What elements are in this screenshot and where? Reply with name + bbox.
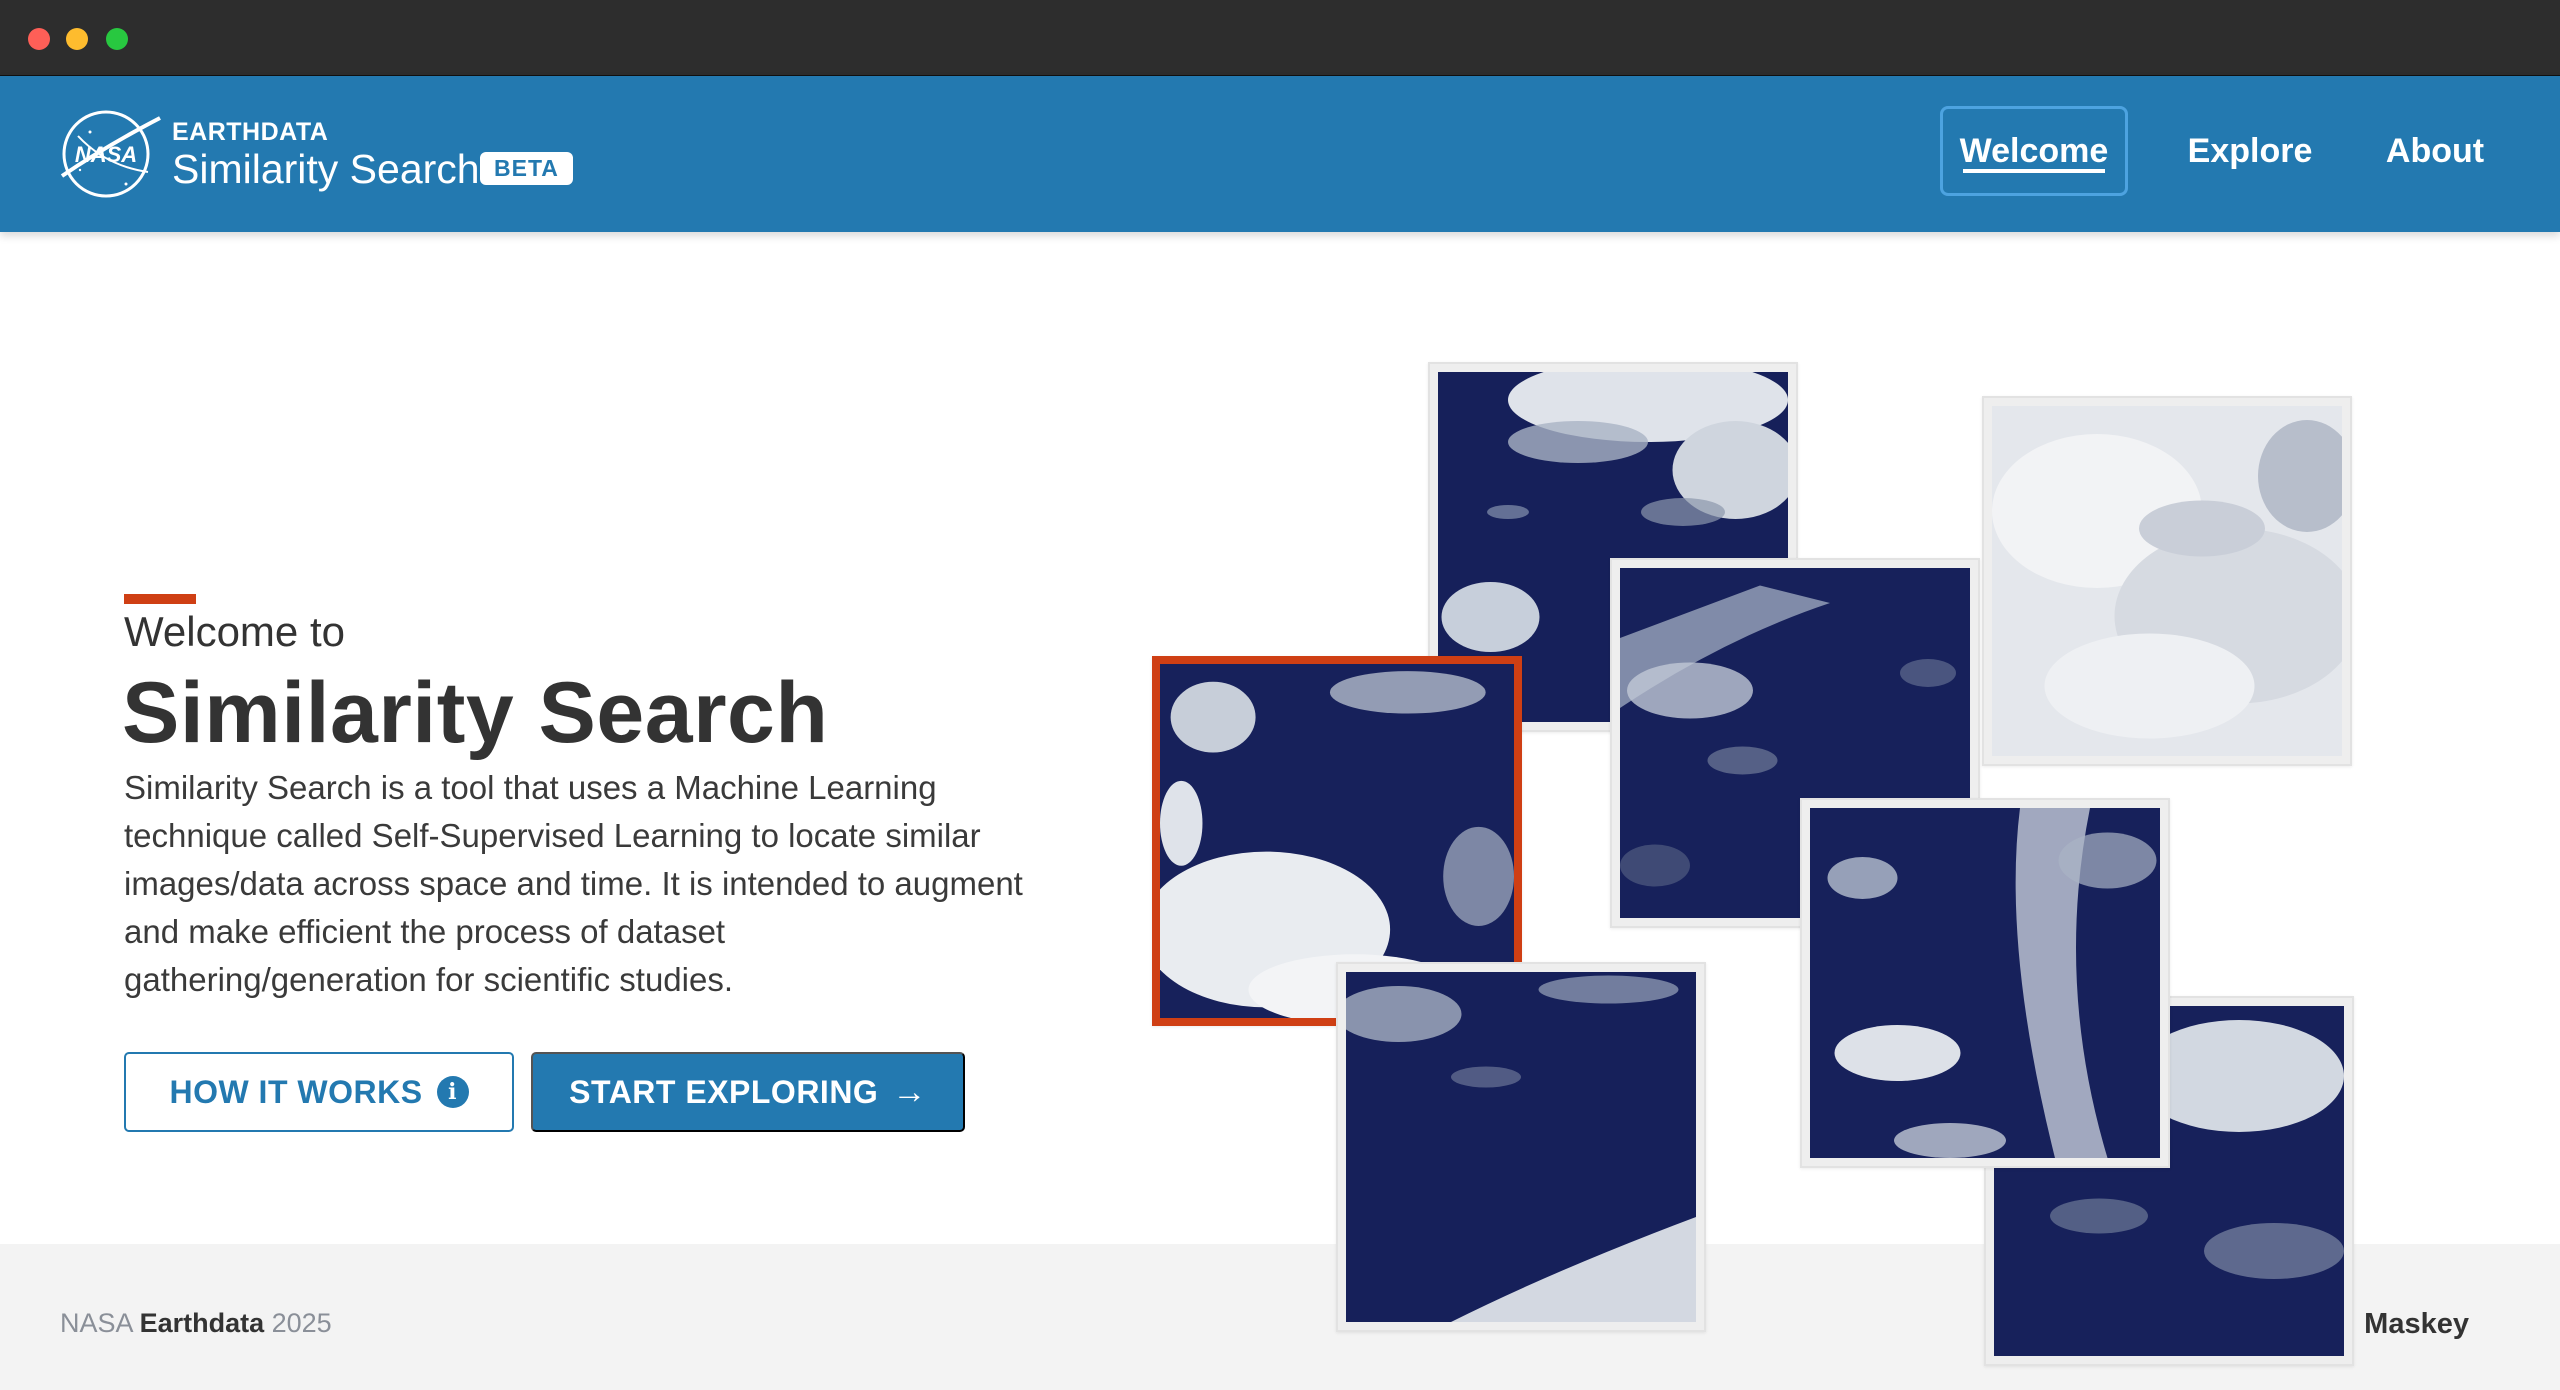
title-accent-bar <box>124 594 196 604</box>
arrow-right-icon: → <box>892 1072 927 1111</box>
brand-earthdata-label: EARTHDATA <box>172 118 329 146</box>
site-header: NASA EARTHDATA Similarity Search BETA We… <box>0 76 2560 232</box>
footer-credit: NASA Earthdata 2025 <box>60 1308 332 1339</box>
image-tile-2[interactable] <box>1982 396 2352 766</box>
beta-badge: BETA <box>480 152 573 185</box>
start-exploring-label: START EXPLORING <box>569 1073 879 1110</box>
how-it-works-label: HOW IT WORKS <box>169 1073 423 1110</box>
footer-brand: Earthdata <box>139 1308 265 1338</box>
hero-description: Similarity Search is a tool that uses a … <box>124 769 1023 998</box>
window-titlebar <box>0 0 2560 76</box>
footer-prefix: NASA <box>60 1308 133 1338</box>
close-window-button[interactable] <box>28 28 50 50</box>
nav-explore[interactable]: Explore <box>2170 106 2330 196</box>
nav-about[interactable]: About <box>2365 106 2505 196</box>
satellite-image <box>1346 972 1696 1322</box>
image-tile-5[interactable] <box>1336 962 1706 1332</box>
how-it-works-button[interactable]: HOW IT WORKS i <box>124 1052 514 1132</box>
satellite-image <box>1810 808 2160 1158</box>
start-exploring-button[interactable]: START EXPLORING → <box>531 1052 965 1132</box>
image-tile-7[interactable] <box>1800 798 2170 1168</box>
minimize-window-button[interactable] <box>66 28 88 50</box>
satellite-image <box>1992 406 2342 756</box>
nasa-logo-icon[interactable]: NASA <box>56 106 164 198</box>
nav-welcome[interactable]: Welcome <box>1940 106 2128 196</box>
hero-title: Similarity Search <box>122 665 829 761</box>
svg-text:NASA: NASA <box>75 142 137 167</box>
brand-app-name[interactable]: Similarity Search <box>172 146 480 193</box>
info-icon: i <box>436 1076 469 1108</box>
hero-kicker: Welcome to <box>124 608 345 655</box>
footer-year: 2025 <box>271 1308 332 1338</box>
zoom-window-button[interactable] <box>106 28 128 50</box>
